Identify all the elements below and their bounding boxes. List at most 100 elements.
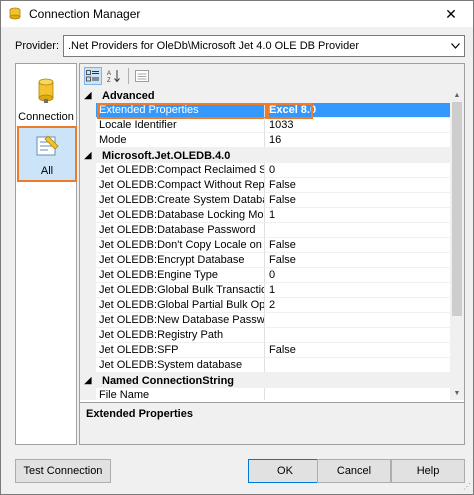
svg-text:A: A xyxy=(107,71,111,77)
row-gutter xyxy=(80,103,96,118)
property-row[interactable]: Jet OLEDB:Global Bulk Transactions 1 xyxy=(80,283,450,298)
chevron-down-icon[interactable] xyxy=(446,36,464,56)
category-label: Advanced xyxy=(102,89,155,102)
property-value[interactable] xyxy=(265,358,450,373)
cylinder-database-icon xyxy=(36,78,56,107)
property-row[interactable]: Jet OLEDB:Global Partial Bulk Ops 2 xyxy=(80,298,450,313)
property-name: Jet OLEDB:Global Bulk Transactions xyxy=(96,283,265,298)
property-row[interactable]: Jet OLEDB:Engine Type 0 xyxy=(80,268,450,283)
row-gutter xyxy=(80,133,96,148)
nav-all-label: All xyxy=(40,165,54,177)
property-row[interactable]: Jet OLEDB:Create System Database False xyxy=(80,193,450,208)
property-name: Extended Properties xyxy=(96,103,265,118)
property-value[interactable]: False xyxy=(265,193,450,208)
resize-grip-icon[interactable]: ⋰ xyxy=(461,482,471,492)
category-row-advanced[interactable]: ◢ Advanced xyxy=(80,88,450,103)
properties-page-icon xyxy=(34,134,60,161)
property-name: Jet OLEDB:Database Password xyxy=(96,223,265,238)
row-gutter xyxy=(80,283,96,298)
test-connection-button[interactable]: Test Connection xyxy=(15,459,111,483)
property-row[interactable]: Jet OLEDB:Compact Without Replica Re Fal… xyxy=(80,178,450,193)
category-label: Microsoft.Jet.OLEDB.4.0 xyxy=(102,149,231,162)
row-gutter xyxy=(80,163,96,178)
connection-manager-window: Connection Manager ✕ Provider: .Net Prov… xyxy=(0,0,474,495)
property-row[interactable]: Locale Identifier 1033 xyxy=(80,118,450,133)
property-pages-icon[interactable] xyxy=(133,67,151,85)
property-value[interactable]: 1033 xyxy=(265,118,450,133)
property-value[interactable] xyxy=(265,328,450,343)
property-row[interactable]: Jet OLEDB:Database Password xyxy=(80,223,450,238)
connection-manager-icon xyxy=(7,6,23,22)
provider-select[interactable]: .Net Providers for OleDb\Microsoft Jet 4… xyxy=(63,35,465,57)
title-bar: Connection Manager ✕ xyxy=(1,1,473,27)
toolbar-divider xyxy=(128,68,129,84)
property-row[interactable]: Jet OLEDB:Compact Reclaimed Space A 0 xyxy=(80,163,450,178)
property-value[interactable]: False xyxy=(265,238,450,253)
row-gutter xyxy=(80,208,96,223)
page-list: Connection All xyxy=(15,63,77,445)
collapse-icon[interactable]: ◢ xyxy=(80,88,96,103)
row-gutter xyxy=(80,298,96,313)
row-gutter xyxy=(80,358,96,373)
property-row[interactable]: Jet OLEDB:Database Locking Mode 1 xyxy=(80,208,450,223)
scroll-down-icon[interactable]: ▼ xyxy=(450,386,464,400)
svg-text:Z: Z xyxy=(107,78,111,83)
alphabetical-sort-icon[interactable]: A Z xyxy=(105,67,123,85)
row-gutter xyxy=(80,313,96,328)
property-name: Jet OLEDB:System database xyxy=(96,358,265,373)
property-value[interactable]: False xyxy=(265,253,450,268)
property-name: Jet OLEDB:New Database Password xyxy=(96,313,265,328)
categorized-icon[interactable] xyxy=(84,67,102,85)
property-row[interactable]: Jet OLEDB:SFP False xyxy=(80,343,450,358)
property-name: Mode xyxy=(96,133,265,148)
row-gutter xyxy=(80,193,96,208)
property-value[interactable]: 1 xyxy=(265,283,450,298)
property-value[interactable]: False xyxy=(265,178,450,193)
vertical-scrollbar[interactable]: ▲ ▼ xyxy=(450,88,464,400)
row-gutter xyxy=(80,328,96,343)
row-gutter xyxy=(80,178,96,193)
property-row-extended-properties[interactable]: Extended Properties Excel 8.0 xyxy=(80,103,450,119)
property-name: File Name xyxy=(96,388,265,400)
collapse-icon[interactable]: ◢ xyxy=(80,148,96,163)
property-value[interactable]: 0 xyxy=(265,268,450,283)
property-row[interactable]: Jet OLEDB:Registry Path xyxy=(80,328,450,343)
property-value[interactable] xyxy=(265,223,450,238)
help-button[interactable]: Help xyxy=(391,459,465,483)
collapse-icon[interactable]: ◢ xyxy=(80,373,96,388)
property-name: Jet OLEDB:Global Partial Bulk Ops xyxy=(96,298,265,313)
property-value[interactable] xyxy=(265,313,450,328)
category-row-named-connectionstring[interactable]: ◢ Named ConnectionString xyxy=(80,373,450,388)
scroll-thumb[interactable] xyxy=(452,102,462,316)
property-name: Jet OLEDB:SFP xyxy=(96,343,265,358)
property-row[interactable]: Jet OLEDB:Encrypt Database False xyxy=(80,253,450,268)
property-value[interactable]: 16 xyxy=(265,133,450,148)
property-value[interactable]: 1 xyxy=(265,208,450,223)
provider-row: Provider: .Net Providers for OleDb\Micro… xyxy=(15,35,465,57)
property-name: Jet OLEDB:Encrypt Database xyxy=(96,253,265,268)
property-row[interactable]: Mode 16 xyxy=(80,133,450,148)
row-gutter xyxy=(80,343,96,358)
property-value[interactable]: 0 xyxy=(265,163,450,178)
property-value[interactable]: 2 xyxy=(265,298,450,313)
ok-button[interactable]: OK xyxy=(248,459,322,483)
provider-value: .Net Providers for OleDb\Microsoft Jet 4… xyxy=(68,40,359,52)
close-icon[interactable]: ✕ xyxy=(429,1,473,27)
property-row[interactable]: Jet OLEDB:System database xyxy=(80,358,450,373)
property-name: Jet OLEDB:Registry Path xyxy=(96,328,265,343)
property-row[interactable]: Jet OLEDB:Don't Copy Locale on Comp Fals… xyxy=(80,238,450,253)
property-value-input[interactable]: Excel 8.0 xyxy=(265,103,450,118)
property-name: Locale Identifier xyxy=(96,118,265,133)
nav-item-connection[interactable]: Connection xyxy=(18,72,74,126)
scroll-up-icon[interactable]: ▲ xyxy=(450,88,464,102)
property-name: Jet OLEDB:Compact Without Replica Re xyxy=(96,178,265,193)
property-row[interactable]: Jet OLEDB:New Database Password xyxy=(80,313,450,328)
description-panel: Extended Properties xyxy=(80,402,464,444)
property-value[interactable] xyxy=(265,388,450,400)
row-gutter xyxy=(80,238,96,253)
property-row[interactable]: File Name xyxy=(80,388,450,400)
cancel-button[interactable]: Cancel xyxy=(317,459,391,483)
nav-item-all[interactable]: All xyxy=(17,126,77,182)
property-value[interactable]: False xyxy=(265,343,450,358)
category-row-jet-oledb[interactable]: ◢ Microsoft.Jet.OLEDB.4.0 xyxy=(80,148,450,163)
